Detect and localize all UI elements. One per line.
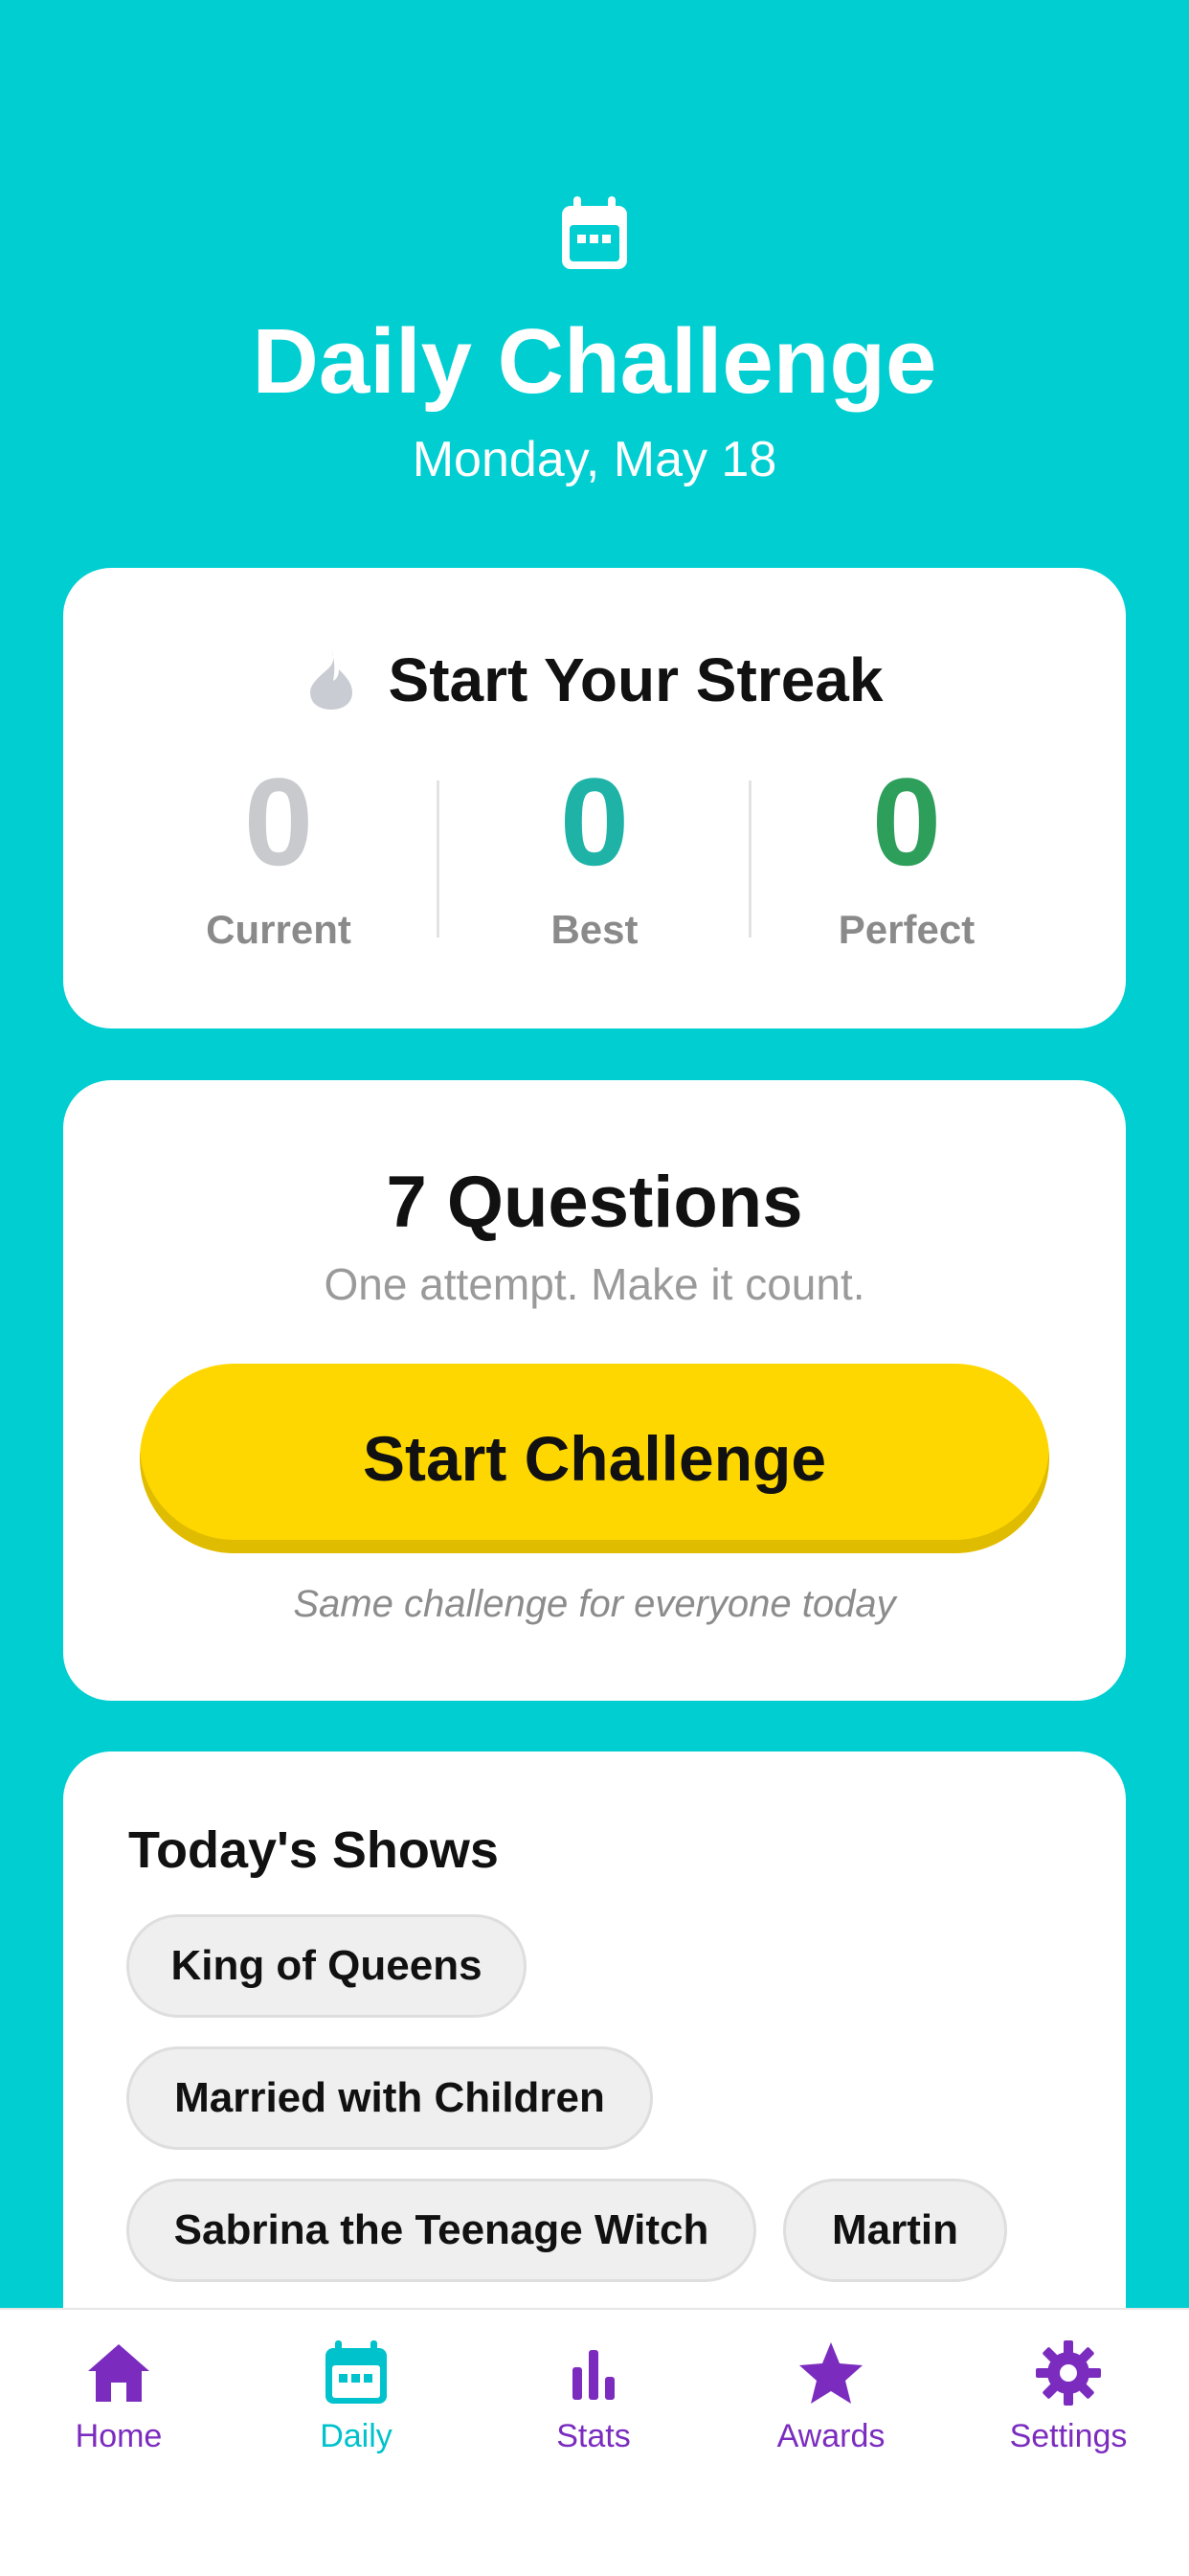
star-icon [799,2342,863,2404]
bar-chart-icon [572,2350,615,2400]
stat-current-label: Current [206,907,351,952]
stat-perfect: 0 Perfect [751,750,1063,957]
streak-card: Start Your Streak 0 Current 0 Best 0 Per… [63,568,1126,1028]
show-chip[interactable]: Married with Children [126,2046,653,2150]
challenge-card: 7 Questions One attempt. Make it count. … [63,1080,1126,1701]
page-title: Daily Challenge [252,310,937,413]
tab-label: Daily [320,2418,393,2454]
shows-title: Today's Shows [128,1821,499,1879]
start-challenge-button[interactable]: Start Challenge [140,1364,1049,1553]
tab-label: Home [75,2418,163,2454]
show-chip[interactable]: Martin [783,2179,1007,2282]
home-icon [88,2344,149,2402]
challenge-note: Same challenge for everyone today [293,1583,896,1625]
tab-label: Settings [1009,2418,1128,2454]
challenge-subtitle: One attempt. Make it count. [324,1259,865,1309]
tab-stats[interactable]: Stats [475,2310,712,2473]
tab-label: Stats [556,2418,631,2454]
tab-label: Awards [776,2418,886,2454]
tab-home[interactable]: Home [0,2310,237,2473]
stat-perfect-label: Perfect [838,907,976,952]
show-chip[interactable]: King of Queens [126,1914,527,2018]
flame-icon [309,650,352,710]
stat-best-label: Best [550,907,639,952]
questions-count: 7 Questions [386,1162,803,1243]
tab-awards[interactable]: Awards [712,2310,950,2473]
tab-bar: Home Daily Stats Awards Settings [0,2308,1189,2576]
tab-settings[interactable]: Settings [950,2310,1187,2473]
gear-icon [1036,2340,1101,2406]
tab-daily[interactable]: Daily [237,2310,475,2473]
stat-current-value: 0 [243,752,314,892]
stat-perfect-value: 0 [871,752,942,892]
stat-current: 0 Current [123,750,435,957]
calendar-icon [325,2340,387,2404]
streak-header: Start Your Streak [63,637,1126,723]
show-chip[interactable]: Sabrina the Teenage Witch [126,2179,756,2282]
challenge-date: Monday, May 18 [412,432,777,487]
calendar-icon [562,196,627,269]
stat-best-value: 0 [559,752,630,892]
streak-title: Start Your Streak [388,645,884,714]
stat-best: 0 Best [438,750,751,957]
